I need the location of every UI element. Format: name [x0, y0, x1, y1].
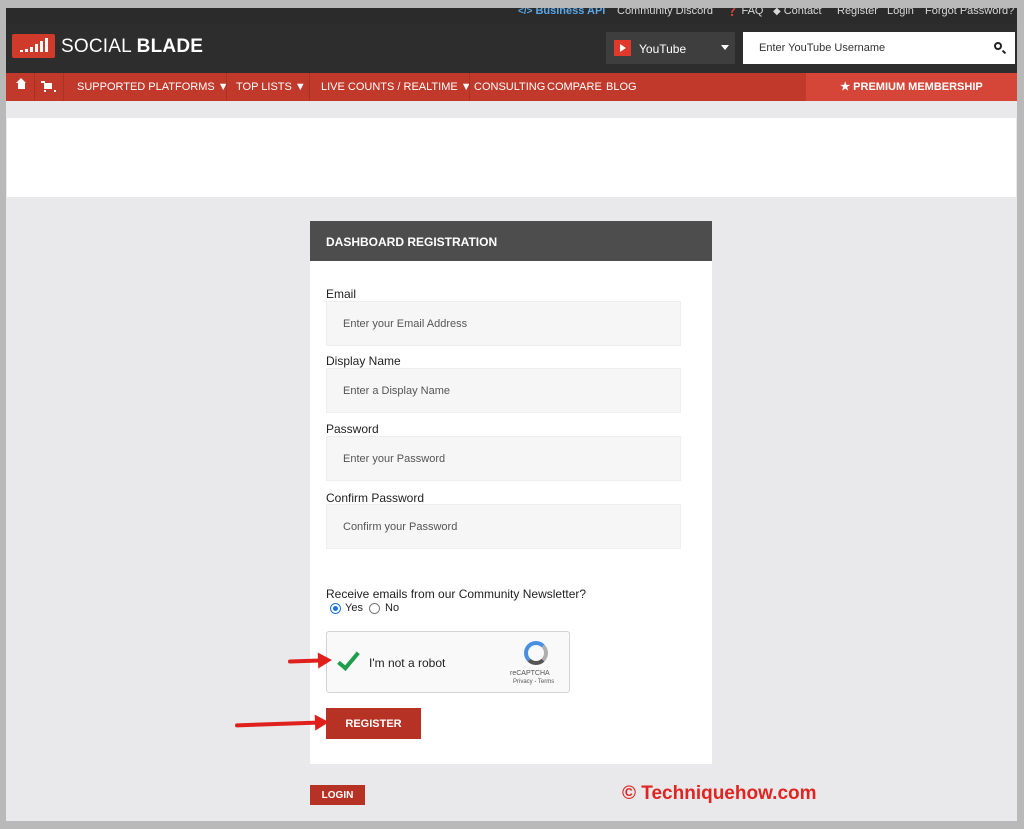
business-api-link[interactable]: </> Business API	[518, 8, 605, 24]
nav-consulting[interactable]: CONSULTING	[474, 73, 545, 101]
registration-card-header: DASHBOARD REGISTRATION	[310, 221, 712, 261]
nav-top-lists[interactable]: TOP LISTS ▼	[236, 73, 306, 101]
confirm-password-label: Confirm Password	[326, 491, 425, 505]
login-button[interactable]: LOGIN	[310, 785, 365, 805]
code-icon: </>	[518, 8, 533, 17]
nav-supported-platforms[interactable]: SUPPORTED PLATFORMS ▼	[77, 73, 229, 101]
nav-live-counts[interactable]: LIVE COUNTS / REALTIME ▼	[321, 73, 472, 101]
email-label: Email	[326, 287, 357, 301]
registration-card: DASHBOARD REGISTRATION Email Display Nam…	[310, 221, 712, 764]
home-icon[interactable]	[16, 78, 26, 89]
main-nav: SUPPORTED PLATFORMS ▼ TOP LISTS ▼ LIVE C…	[6, 73, 1017, 101]
contact-link[interactable]: ◆ Contact	[773, 8, 822, 24]
forgot-password-link[interactable]: Forgot Password?	[925, 8, 1014, 24]
recaptcha-terms-link[interactable]: Privacy - Terms	[513, 679, 554, 685]
platform-select[interactable]: YouTube	[606, 32, 735, 64]
recaptcha-brand: reCAPTCHA	[510, 670, 550, 677]
social-blade-logo-icon[interactable]	[12, 34, 55, 58]
premium-membership-button[interactable]: ★ PREMIUM MEMBERSHIP	[806, 73, 1017, 101]
watermark-text: © Techniquehow.com	[622, 783, 817, 804]
site-header: SOCIAL BLADE YouTube	[6, 24, 1017, 73]
faq-link[interactable]: ❓ FAQ	[726, 8, 763, 24]
newsletter-yes-label: Yes	[345, 602, 363, 614]
tag-icon: ◆	[773, 8, 781, 17]
display-name-field[interactable]	[326, 368, 681, 413]
newsletter-no-label: No	[385, 602, 400, 614]
site-logo-text[interactable]: SOCIAL BLADE	[61, 36, 203, 58]
register-link[interactable]: Register	[837, 8, 878, 24]
confirm-password-field[interactable]	[326, 504, 681, 549]
username-search-input[interactable]	[743, 32, 1015, 64]
newsletter-yes-radio[interactable]	[330, 603, 341, 614]
register-button[interactable]: REGISTER	[326, 708, 421, 739]
password-label: Password	[326, 422, 379, 436]
recaptcha-logo-icon	[524, 641, 548, 665]
community-discord-link[interactable]: Community Discord	[617, 8, 713, 24]
login-link[interactable]: Login	[887, 8, 914, 24]
nav-blog[interactable]: BLOG	[606, 73, 637, 101]
platform-selected-value: YouTube	[639, 42, 687, 56]
display-name-label: Display Name	[326, 354, 401, 368]
email-field[interactable]	[326, 301, 681, 346]
ad-banner-area	[7, 118, 1016, 197]
registration-title: DASHBOARD REGISTRATION	[326, 235, 498, 249]
annotation-arrow-register	[234, 720, 320, 728]
checkmark-icon[interactable]	[337, 647, 360, 671]
question-icon: ❓	[726, 8, 739, 17]
newsletter-question: Receive emails from our Community Newsle…	[326, 587, 587, 601]
password-field[interactable]	[326, 436, 681, 481]
chevron-down-icon	[721, 45, 729, 50]
top-links-bar: </> Business API Community Discord ❓ FAQ ◆…	[6, 8, 1017, 24]
nav-compare[interactable]: COMPARE	[547, 73, 602, 101]
newsletter-no-radio[interactable]	[369, 603, 380, 614]
youtube-play-icon	[614, 40, 631, 56]
browser-viewport: </> Business API Community Discord ❓ FAQ ◆…	[6, 8, 1017, 821]
recaptcha-widget[interactable]: I'm not a robot reCAPTCHA Privacy - Term…	[326, 631, 570, 693]
search-icon[interactable]	[994, 42, 1002, 50]
cart-icon[interactable]	[41, 81, 56, 92]
captcha-label: I'm not a robot	[369, 656, 446, 670]
